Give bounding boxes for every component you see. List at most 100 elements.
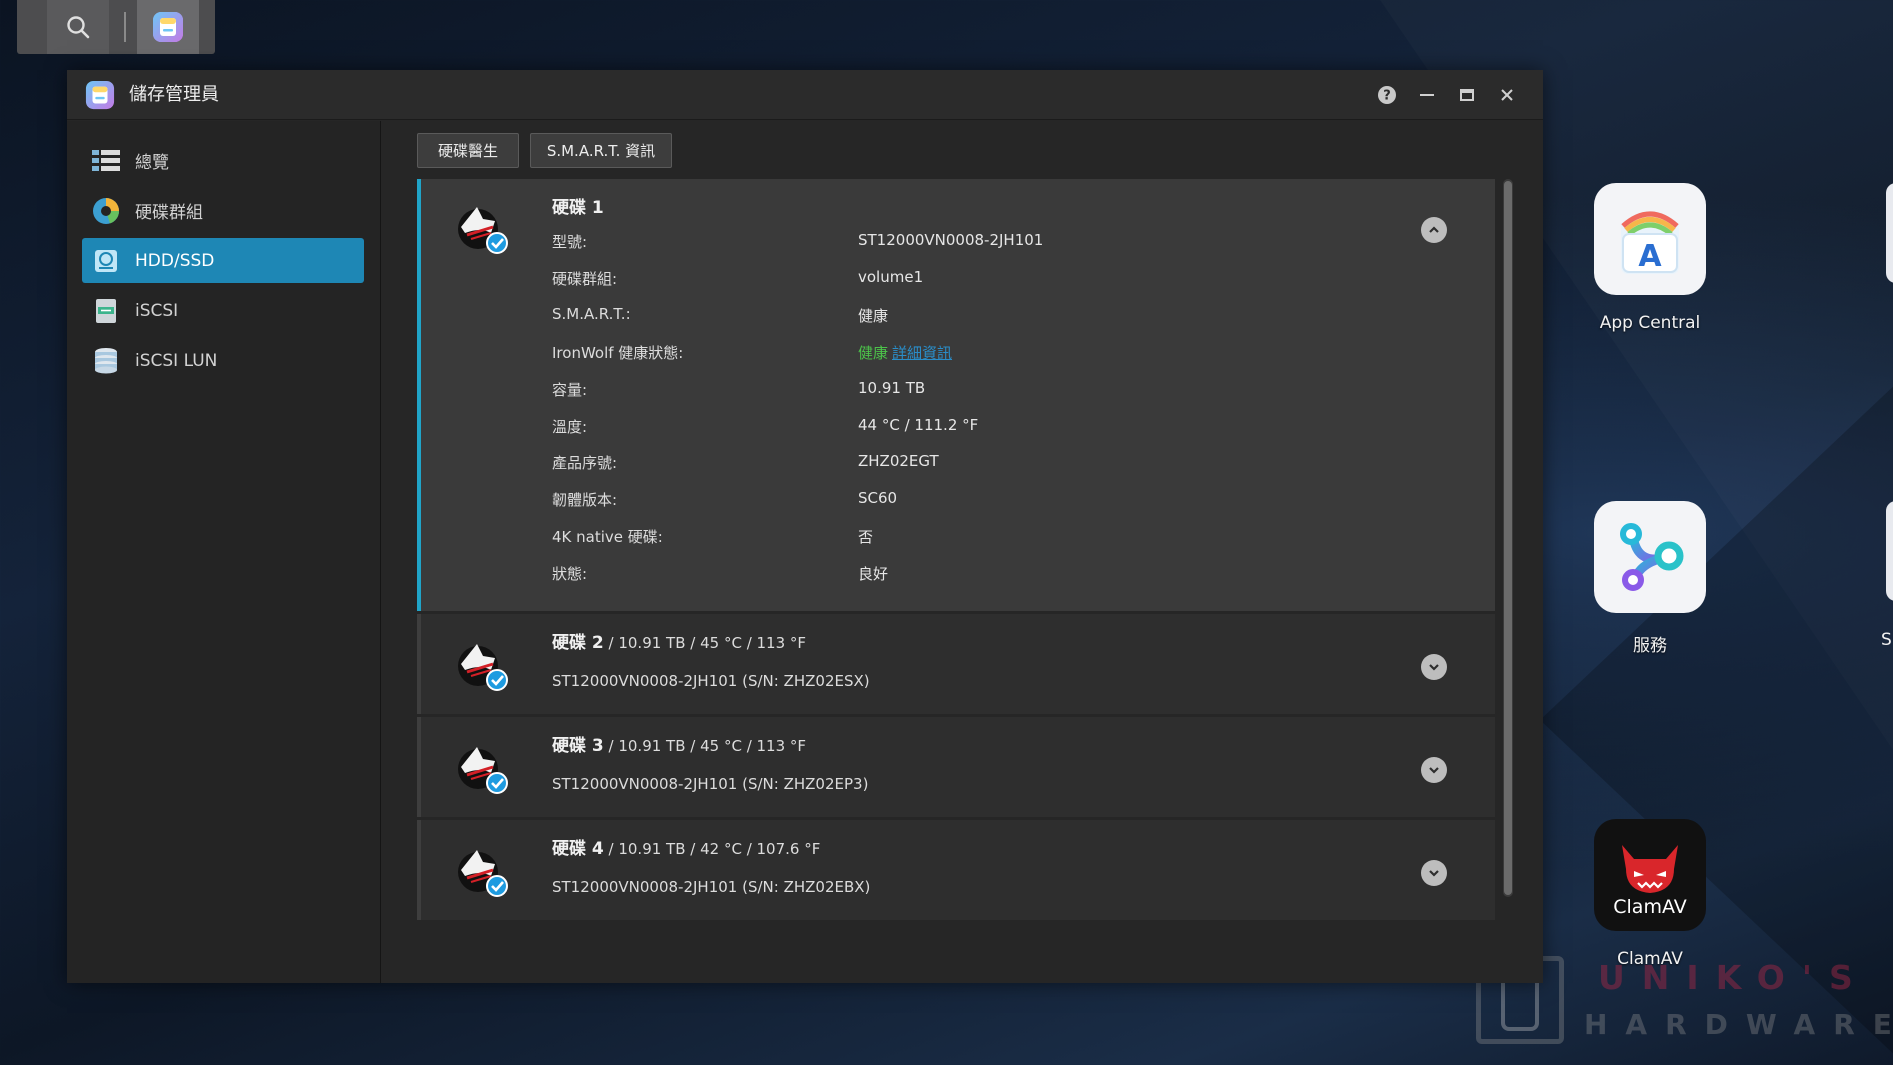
chevron-down-icon xyxy=(1429,767,1439,774)
hdd-ssd-icon xyxy=(91,246,121,276)
minimize-button[interactable] xyxy=(1415,83,1439,107)
expand-button[interactable] xyxy=(1421,654,1447,680)
expand-button[interactable] xyxy=(1421,757,1447,783)
sidebar-item-label: iSCSI LUN xyxy=(135,350,218,371)
health-status-value: 健康 xyxy=(858,344,889,362)
disk-model: ST12000VN0008-2JH101 (S/N: ZHZ02ESX) xyxy=(552,672,870,690)
detail-key: 狀態: xyxy=(552,565,588,583)
detail-row-serial: 產品序號: ZHZ02EGT xyxy=(552,452,939,476)
detail-value: ST12000VN0008-2JH101 xyxy=(858,231,1044,249)
sidebar-item-label: 硬碟群組 xyxy=(135,203,203,223)
watermark-text: HARDWARE xyxy=(1584,1008,1893,1041)
disk-card-2[interactable]: 硬碟 2 / 10.91 TB / 45 °C / 113 °F ST12000… xyxy=(417,614,1495,714)
detail-row-status: 狀態: 良好 xyxy=(552,563,888,587)
disk-card-1[interactable]: 硬碟 1 型號: ST12000VN0008-2JH101 硬碟群組: volume… xyxy=(417,179,1495,611)
detail-row-smart: S.M.A.R.T.: 健康 xyxy=(552,305,888,329)
taskbar-search-button[interactable] xyxy=(47,0,109,54)
disk-title: 硬碟 2 / 10.91 TB / 45 °C / 113 °F xyxy=(552,633,807,653)
help-icon: ? xyxy=(1378,86,1396,104)
desktop-app-clamav[interactable]: ClamAV ClamAV xyxy=(1575,819,1725,969)
detail-value: volume1 xyxy=(858,268,924,286)
disk-title: 硬碟 4 / 10.91 TB / 42 °C / 107.6 °F xyxy=(552,839,821,859)
details-link[interactable]: 詳細資訊 xyxy=(892,344,952,362)
expand-button[interactable] xyxy=(1421,860,1447,886)
desktop-app-partial-label: S xyxy=(1881,630,1892,650)
desktop-app-partial[interactable] xyxy=(1886,183,1893,283)
storage-manager-icon xyxy=(85,80,115,114)
disk-card-3[interactable]: 硬碟 3 / 10.91 TB / 45 °C / 113 °F ST12000… xyxy=(417,717,1495,817)
detail-value: ZHZ02EGT xyxy=(858,452,939,470)
svg-text:ClamAV: ClamAV xyxy=(1613,896,1686,918)
desktop-app-app-central[interactable]: A App Central xyxy=(1575,183,1725,333)
desktop-app-label: 服務 xyxy=(1633,636,1667,656)
detail-key: 型號: xyxy=(552,233,588,251)
seagate-ironwolf-icon xyxy=(458,207,508,254)
disk-model: ST12000VN0008-2JH101 (S/N: ZHZ02EP3) xyxy=(552,775,869,793)
iscsi-icon xyxy=(91,296,121,326)
detail-value: 44 °C / 111.2 °F xyxy=(858,416,979,434)
app-central-icon: A xyxy=(1594,183,1706,295)
detail-value: 10.91 TB xyxy=(858,379,926,397)
main-content: 硬碟醫生 S.M.A.R.T. 資訊 硬碟 1 型號: ST12000VN0008… xyxy=(382,121,1543,983)
window-titlebar[interactable]: 儲存管理員 ? xyxy=(67,70,1543,120)
smart-info-button[interactable]: S.M.A.R.T. 資訊 xyxy=(530,133,672,168)
sidebar-item-disk-group[interactable]: 硬碟群組 xyxy=(82,188,364,233)
help-button[interactable]: ? xyxy=(1375,83,1399,107)
detail-key: 容量: xyxy=(552,381,588,399)
detail-key: S.M.A.R.T.: xyxy=(552,305,631,323)
taskbar-storage-manager-button[interactable] xyxy=(137,0,199,54)
detail-row-model: 型號: ST12000VN0008-2JH101 xyxy=(552,231,1043,255)
seagate-ironwolf-icon xyxy=(458,747,508,794)
iscsi-lun-icon xyxy=(91,346,121,376)
close-button[interactable] xyxy=(1495,83,1519,107)
detail-key: 產品序號: xyxy=(552,454,618,472)
detail-row-firmware: 韌體版本: SC60 xyxy=(552,489,897,513)
sidebar-item-overview[interactable]: 總覽 xyxy=(82,138,364,183)
maximize-icon xyxy=(1460,89,1474,101)
seagate-ironwolf-icon xyxy=(458,644,508,691)
detail-key: 4K native 硬碟: xyxy=(552,528,663,546)
detail-value: 良好 xyxy=(858,565,889,583)
detail-row-disk-group: 硬碟群組: volume1 xyxy=(552,268,923,292)
desktop-app-services[interactable]: 服務 xyxy=(1575,501,1725,656)
disk-title: 硬碟 1 xyxy=(552,198,604,218)
maximize-button[interactable] xyxy=(1455,83,1479,107)
search-icon xyxy=(67,16,90,39)
disk-doctor-button[interactable]: 硬碟醫生 xyxy=(417,133,519,168)
disk-list: 硬碟 1 型號: ST12000VN0008-2JH101 硬碟群組: volume… xyxy=(417,179,1495,923)
detail-value: 健康 xyxy=(858,307,889,325)
sidebar-item-hdd-ssd[interactable]: HDD/SSD xyxy=(82,238,364,283)
seagate-ironwolf-icon xyxy=(458,850,508,897)
desktop-app-label: App Central xyxy=(1599,313,1701,333)
taskbar xyxy=(17,0,215,54)
sidebar: 總覽 硬碟群組 HDD/SSD iSCSI iSCSI LUN xyxy=(67,121,381,983)
detail-row-temperature: 溫度: 44 °C / 111.2 °F xyxy=(552,416,978,440)
sidebar-item-iscsi[interactable]: iSCSI xyxy=(82,288,364,333)
sidebar-item-iscsi-lun[interactable]: iSCSI LUN xyxy=(82,338,364,383)
disk-card-4[interactable]: 硬碟 4 / 10.91 TB / 42 °C / 107.6 °F ST120… xyxy=(417,820,1495,920)
sidebar-item-label: iSCSI xyxy=(135,300,179,321)
close-icon xyxy=(1501,89,1513,101)
disk-model: ST12000VN0008-2JH101 (S/N: ZHZ02EBX) xyxy=(552,878,871,896)
desktop-app-partial[interactable] xyxy=(1886,501,1893,601)
svg-text:A: A xyxy=(1638,239,1662,274)
minimize-icon xyxy=(1420,94,1434,96)
taskbar-separator xyxy=(124,12,126,42)
storage-manager-window: 儲存管理員 ? 總覽 硬碟群組 HDD/SSD iSCSI iSCSI LUN … xyxy=(67,70,1543,983)
chevron-down-icon xyxy=(1429,870,1439,877)
detail-value: 否 xyxy=(858,528,874,546)
detail-row-capacity: 容量: 10.91 TB xyxy=(552,379,925,403)
disk-title: 硬碟 3 / 10.91 TB / 45 °C / 113 °F xyxy=(552,736,807,756)
scrollbar-thumb[interactable] xyxy=(1504,181,1512,895)
detail-row-4k-native: 4K native 硬碟: 否 xyxy=(552,526,873,550)
window-title: 儲存管理員 xyxy=(129,84,219,105)
sidebar-item-label: 總覽 xyxy=(135,153,169,173)
detail-key: 韌體版本: xyxy=(552,491,618,509)
watermark-text: UNIKO'S xyxy=(1598,958,1870,997)
svg-text:?: ? xyxy=(1383,89,1391,104)
sidebar-item-label: HDD/SSD xyxy=(135,250,215,271)
disk-group-icon xyxy=(91,196,121,226)
collapse-button[interactable] xyxy=(1421,217,1447,243)
chevron-up-icon xyxy=(1429,226,1439,233)
overview-icon xyxy=(91,146,121,176)
